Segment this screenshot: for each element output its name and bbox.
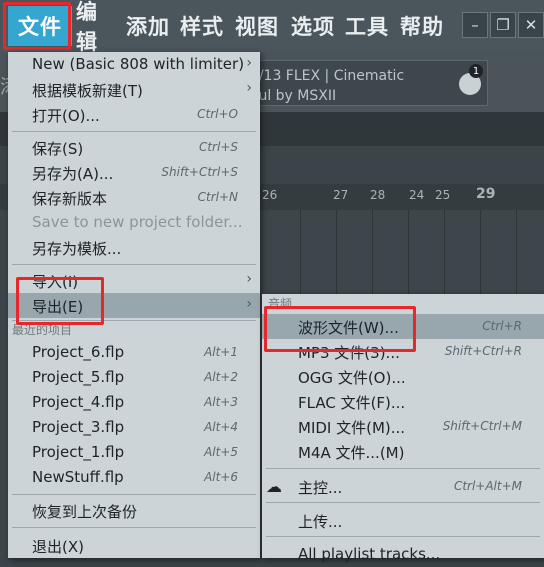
menu-item-new-from-template[interactable]: 根据模板新建(T) › [8, 77, 260, 102]
menu-item-save-new-version[interactable]: 保存新版本 Ctrl+N [8, 185, 260, 210]
menu-item-export-midi[interactable]: MIDI 文件(M)... Shift+Ctrl+M [262, 414, 544, 439]
ruler-tick: 29 [476, 186, 496, 202]
menu-item-label: Project_4.flp [32, 393, 125, 411]
shortcut-label: Shift+Ctrl+S [161, 165, 238, 179]
menu-item-label: 恢复到上次备份 [32, 503, 138, 521]
menu-item-label: MIDI 文件(M)... [298, 419, 406, 437]
menu-item-label: Project_3.flp [32, 418, 125, 436]
menu-item-recent-project[interactable]: Project_4.flp Alt+3 [8, 390, 260, 415]
menu-item-label: FLAC 文件(F)... [298, 394, 406, 412]
menu-style[interactable]: 样式 [176, 6, 228, 46]
shortcut-label: Alt+2 [204, 370, 238, 384]
menu-divider [266, 502, 540, 503]
shortcut-label: Shift+Ctrl+M [442, 419, 522, 433]
shortcut-label: Alt+6 [204, 470, 238, 484]
menu-item-label: 保存(S) [32, 140, 84, 158]
minimize-button[interactable]: – [462, 12, 488, 38]
ruler-tick: 24 [409, 188, 425, 202]
shortcut-label: Ctrl+R [482, 319, 522, 333]
menu-item-label: 根据模板新建(T) [32, 82, 143, 100]
shortcut-label: Alt+4 [204, 420, 238, 434]
menu-item-exit[interactable]: 退出(X) [8, 533, 260, 558]
menu-divider [12, 527, 256, 528]
news-panel[interactable]: 09/13 FLEX | Cinematic Soul by MSXII 1 [232, 60, 488, 106]
ruler-tick: 25 [435, 188, 451, 202]
chevron-right-icon: › [246, 80, 252, 96]
highlight-box-file [3, 2, 71, 50]
news-line-2: Soul by MSXII [241, 88, 337, 104]
news-text: 09/13 FLEX | Cinematic Soul by MSXII [241, 66, 404, 106]
shortcut-label: Alt+3 [204, 395, 238, 409]
menu-divider [266, 468, 540, 469]
menu-item-label: 另存为模板... [32, 240, 122, 258]
menu-item-open[interactable]: 打开(O)... Ctrl+O [8, 102, 260, 127]
menu-item-save-as-template[interactable]: 另存为模板... [8, 235, 260, 260]
menu-item-save-to-new-folder: Save to new project folder... [8, 210, 260, 235]
shortcut-label: Ctrl+Alt+M [453, 479, 522, 493]
menu-item-all-playlist-tracks[interactable]: All playlist tracks... [262, 542, 544, 567]
menu-help[interactable]: 帮助 [396, 6, 448, 46]
menu-item-export-ogg[interactable]: OGG 文件(O)... [262, 364, 544, 389]
close-button[interactable]: ✕ [518, 12, 544, 38]
menu-item-revert-backup[interactable]: 恢复到上次备份 [8, 498, 260, 523]
menu-item-label: 打开(O)... [32, 107, 100, 125]
menu-item-label: Save to new project folder... [32, 213, 243, 231]
highlight-box-export [16, 277, 104, 325]
shortcut-label: Ctrl+N [197, 190, 238, 204]
menu-item-label: 另存为(A)... [32, 165, 114, 183]
menu-item-label: 保存新版本 [32, 190, 108, 208]
shortcut-label: Alt+5 [204, 445, 238, 459]
menu-item-label: NewStuff.flp [32, 468, 124, 486]
shortcut-label: Alt+1 [204, 345, 238, 359]
menu-item-recent-project[interactable]: Project_1.flp Alt+5 [8, 440, 260, 465]
menu-divider [12, 494, 256, 495]
shortcut-label: Ctrl+S [198, 140, 238, 154]
menu-bar: 文件 编辑 添加 样式 视图 选项 工具 帮助 – ❐ ✕ [0, 0, 544, 54]
menu-item-recent-project[interactable]: Project_5.flp Alt+2 [8, 365, 260, 390]
menu-edit[interactable]: 编辑 [72, 0, 120, 54]
menu-item-master[interactable]: ☁ 主控... Ctrl+Alt+M [262, 474, 544, 499]
shortcut-label: Shift+Ctrl+R [444, 344, 522, 358]
ruler-tick: 26 [262, 188, 278, 202]
menu-item-label: OGG 文件(O)... [298, 369, 406, 387]
menu-item-label: New (Basic 808 with limiter) [32, 55, 245, 73]
menu-item-export-m4a[interactable]: M4A 文件...(M) [262, 439, 544, 464]
menu-item-label: Project_6.flp [32, 343, 125, 361]
ruler-tick: 28 [370, 188, 386, 202]
menu-item-export-flac[interactable]: FLAC 文件(F)... [262, 389, 544, 414]
chevron-right-icon: › [246, 55, 252, 71]
menu-item-label: Project_5.flp [32, 368, 125, 386]
menu-item-label: 上传... [298, 513, 343, 531]
notification-badge: 1 [469, 64, 483, 78]
news-line-1: 09/13 FLEX | Cinematic [241, 68, 405, 84]
menu-item-new-basic[interactable]: New (Basic 808 with limiter) › [8, 52, 260, 77]
menu-item-label: 主控... [298, 479, 343, 497]
menu-item-label: 退出(X) [32, 538, 84, 556]
menu-item-upload[interactable]: 上传... [262, 508, 544, 533]
menu-view[interactable]: 视图 [231, 6, 283, 46]
shortcut-label: Ctrl+O [197, 107, 238, 121]
menu-tools[interactable]: 工具 [341, 6, 393, 46]
ruler-tick: 27 [333, 188, 349, 202]
highlight-box-wave [264, 306, 416, 352]
chevron-right-icon: › [246, 271, 252, 287]
menu-item-recent-project[interactable]: Project_6.flp Alt+1 [8, 340, 260, 365]
menu-item-recent-project[interactable]: Project_3.flp Alt+4 [8, 415, 260, 440]
menu-item-save-as[interactable]: 另存为(A)... Shift+Ctrl+S [8, 160, 260, 185]
chevron-right-icon: › [246, 296, 252, 312]
cloud-icon: ☁ [266, 477, 282, 496]
menu-add[interactable]: 添加 [122, 6, 174, 46]
menu-item-label: M4A 文件...(M) [298, 444, 405, 462]
menu-divider [266, 536, 540, 537]
restore-button[interactable]: ❐ [490, 12, 516, 38]
menu-item-label: All playlist tracks... [298, 545, 441, 563]
menu-item-label: Project_1.flp [32, 443, 125, 461]
menu-options[interactable]: 选项 [287, 6, 339, 46]
menu-item-save[interactable]: 保存(S) Ctrl+S [8, 135, 260, 160]
menu-divider [12, 131, 256, 132]
menu-item-recent-project[interactable]: NewStuff.flp Alt+6 [8, 465, 260, 490]
menu-divider [12, 264, 256, 265]
